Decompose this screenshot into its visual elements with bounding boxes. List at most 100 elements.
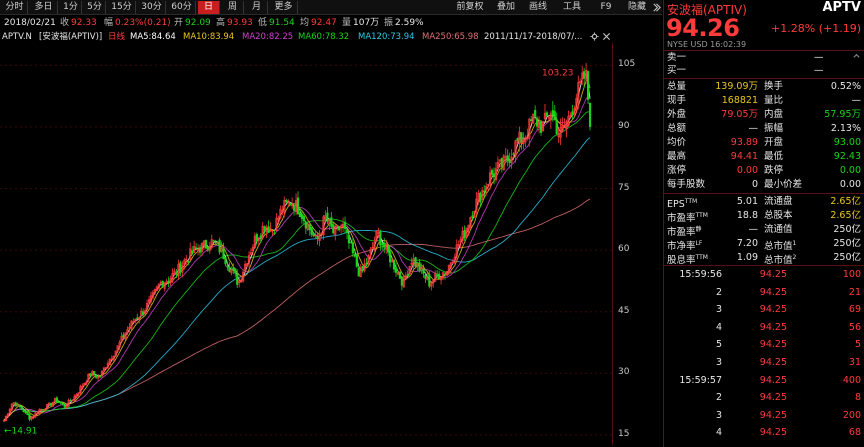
fundamental-row: 股息率TTM 1.09 总市值2 250亿 [664, 251, 864, 266]
tick-row: 2 94.25 8 [664, 391, 864, 404]
tick-time: 2 [715, 392, 722, 404]
candle [110, 355, 113, 360]
candle [261, 222, 264, 240]
candle [404, 272, 407, 281]
adjust-forward-button[interactable]: 前复权 [452, 1, 488, 14]
candle [432, 279, 435, 288]
candle [18, 404, 21, 408]
period-button-weekly[interactable]: 周 [222, 1, 244, 14]
fundamental-label-suffix: LF [695, 240, 703, 247]
candle [412, 253, 415, 271]
period-button-daily[interactable]: 日 [198, 1, 220, 14]
period-button-more[interactable]: 更多 [270, 1, 298, 14]
candle [445, 270, 449, 277]
avg-value: 92.47 [311, 18, 337, 28]
tick-row: 2 94.25 21 [664, 286, 864, 299]
candlestick-chart[interactable]: 103.23 ←14.91 [0, 43, 612, 445]
close-value: 92.33 [71, 18, 97, 28]
period-button-60min[interactable]: 60分 [168, 1, 196, 14]
settings-gear-icon[interactable] [590, 32, 599, 41]
candle [144, 308, 147, 315]
period-button-monthly[interactable]: 月 [246, 1, 268, 14]
stat-label: 最低 [764, 151, 784, 162]
divider [664, 193, 864, 194]
tools-button[interactable]: 工具 [558, 1, 586, 14]
fundamental-label: 流通值 [764, 224, 793, 235]
candle-body [394, 267, 398, 273]
candle-body [61, 402, 64, 405]
candle-body [571, 111, 574, 116]
candle [204, 239, 207, 250]
candle [469, 216, 472, 229]
candle-body [406, 274, 409, 277]
candle-body [161, 281, 164, 288]
candle-body [218, 239, 221, 253]
period-button-intraday[interactable]: 分时 [2, 1, 28, 14]
fundamental-label-suffix: TTM [695, 212, 708, 219]
candle [524, 135, 527, 148]
candle [447, 264, 451, 275]
candle [247, 251, 251, 268]
candle [539, 120, 543, 136]
period-button-5min[interactable]: 5分 [84, 1, 106, 14]
candle [543, 103, 547, 121]
candle-body [236, 273, 239, 285]
f9-button[interactable]: F9 [598, 1, 614, 14]
candle-body [263, 226, 266, 232]
overlay-button[interactable]: 叠加 [492, 1, 520, 14]
tick-price: 94.25 [759, 286, 787, 298]
candle-body [539, 120, 543, 133]
period-button-multiday[interactable]: 多日 [30, 1, 58, 14]
candle-body [302, 216, 305, 221]
candle [132, 318, 135, 324]
candle [438, 270, 441, 280]
candle [553, 104, 556, 121]
candle-body [381, 243, 384, 246]
candle [194, 242, 198, 250]
candle-body [436, 274, 439, 276]
price-axis-tick: 90 [618, 120, 630, 131]
candle [242, 268, 245, 283]
tick-price: 94.25 [759, 427, 787, 439]
stat-value: 168821 [721, 95, 758, 106]
chevron-right-icon[interactable] [652, 3, 661, 12]
candle [310, 227, 313, 238]
candle-body [414, 257, 417, 267]
period-button-15min[interactable]: 15分 [108, 1, 136, 14]
volume-value: 107万 [353, 18, 380, 28]
close-icon[interactable] [602, 32, 611, 41]
candle [120, 332, 123, 343]
low-label: 低 [258, 18, 268, 28]
candle [383, 237, 386, 254]
tick-price: 94.25 [759, 339, 787, 351]
draw-line-button[interactable]: 画线 [524, 1, 552, 14]
period-button-1min[interactable]: 1分 [60, 1, 82, 14]
candle-body [212, 240, 215, 242]
chart-canvas: 103.23 ←14.91 [0, 62, 612, 436]
candle [439, 276, 443, 285]
candle-body [506, 155, 509, 162]
candle [87, 373, 90, 383]
ma120-line [3, 137, 591, 421]
candle-body [142, 311, 145, 316]
tick-row: 3 94.25 31 [664, 356, 864, 369]
tick-row: 4 94.25 56 [664, 321, 864, 334]
candle [79, 384, 82, 395]
tick-volume: 400 [842, 374, 861, 386]
candle [504, 148, 507, 163]
stat-value: 0.00 [736, 165, 758, 176]
price-axis-tick: 60 [618, 244, 630, 255]
scroll-arrow-icon[interactable] [852, 52, 861, 61]
stats-row: 总量 139.09万 换手 0.52% [664, 80, 864, 93]
legend-symbol: APTV.N [2, 32, 32, 42]
stat-value: 79.05万 [721, 109, 758, 120]
candle-body [179, 262, 182, 273]
moving-average-layer [3, 72, 591, 421]
hide-panel-button[interactable]: 隐藏 [624, 1, 650, 14]
candle-body [400, 276, 403, 286]
candle-body [267, 226, 270, 233]
legend-ma5: MA5:84.64 [130, 32, 176, 42]
candle [530, 115, 533, 122]
candle [140, 307, 143, 317]
period-button-30min[interactable]: 30分 [138, 1, 166, 14]
